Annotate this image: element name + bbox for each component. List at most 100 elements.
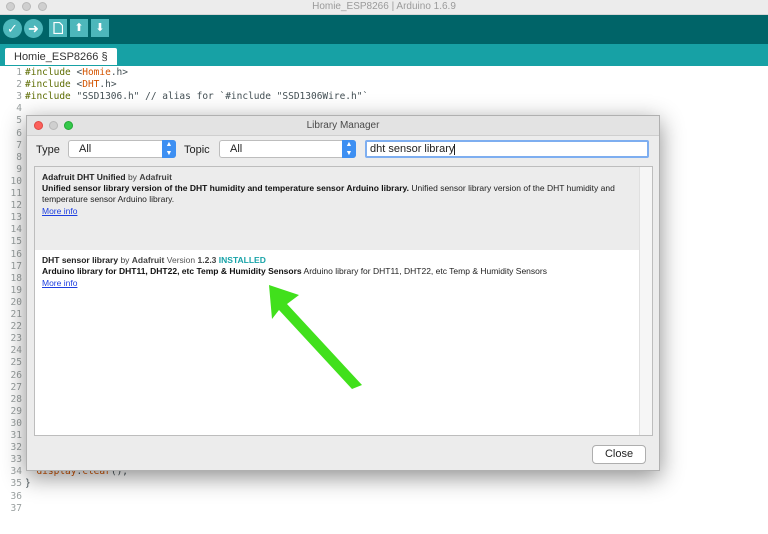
library-details: Arduino library for DHT11, DHT22, etc Te… [303,266,547,276]
line-number: 29 [10,405,22,417]
code-line: 5 [0,115,25,127]
line-number: 18 [10,272,22,284]
library-summary: Unified sensor library version of the DH… [42,183,409,193]
verify-button[interactable]: ✓ [3,19,22,38]
list-scrollbar[interactable] [639,167,652,435]
library-version: 1.2.3 [197,255,217,265]
line-number: 11 [10,188,22,199]
search-input-value: dht sensor library [370,143,455,155]
text-cursor [454,143,456,155]
library-version-label: Version [166,255,196,265]
code-line: 14 [0,224,25,236]
line-number: 24 [10,345,22,357]
installed-badge: INSTALLED [218,255,266,265]
line-number: 3 [16,91,22,103]
library-by: by [120,255,130,265]
code-line: 11 [0,188,25,200]
code-class: Homie [82,67,111,78]
library-list: Adafruit DHT Unified by Adafruit Unified… [34,166,653,436]
line-number: 33 [10,454,22,466]
type-select-value: All [79,143,92,155]
line-number: 12 [10,200,22,212]
code-line: 4 [0,103,25,115]
library-search-input[interactable]: dht sensor library [365,140,649,158]
line-number: 34 [10,466,22,478]
code-line: 27 [0,382,25,394]
library-name: Adafruit DHT Unified [42,172,126,182]
code-line: 28 [0,394,25,406]
library-by: by [127,172,137,182]
library-item-dht-sensor-library[interactable]: DHT sensor library by Adafruit Version 1… [35,250,639,434]
tab-strip: Homie_ESP8266 § [0,44,768,65]
library-name: DHT sensor library [42,255,119,265]
line-number: 31 [10,430,22,441]
library-summary: Arduino library for DHT11, DHT22, etc Te… [42,266,302,276]
code-keyword: #include [25,67,71,78]
code-line: 24 [0,345,25,357]
code-line: 15 [0,236,25,248]
line-number: 21 [10,309,22,320]
code-line: 37 [0,503,25,515]
code-text: < [70,79,83,91]
line-number: 5 [16,115,22,127]
save-sketch-button[interactable]: ⬇ [91,19,109,37]
code-text: .h> [110,67,128,78]
more-info-link[interactable]: More info [42,278,77,288]
library-item-adafruit-dht-unified[interactable]: Adafruit DHT Unified by Adafruit Unified… [35,167,639,250]
line-number: 25 [10,357,22,369]
code-keyword: #include [25,91,71,103]
library-header: Adafruit DHT Unified by Adafruit [42,172,172,182]
line-number: 9 [16,163,22,175]
code-line: 16 [0,249,25,261]
code-line: 19 [0,285,25,297]
code-text: < [70,67,83,78]
open-sketch-button[interactable]: ⬆ [70,19,88,37]
topic-select-value: All [230,143,243,155]
code-line: 36 [0,491,25,503]
line-number: 14 [10,224,22,236]
line-number: 1 [16,67,22,78]
dialog-title: Library Manager [306,120,380,131]
new-file-icon [53,21,64,35]
type-label: Type [36,144,60,156]
close-button[interactable]: Close [592,445,646,464]
code-line: 29 [0,406,25,418]
code-line: 9 [0,164,25,176]
library-author: Adafruit [131,255,165,265]
code-line: 35} [0,478,31,490]
upload-button[interactable]: ➜ [24,19,43,38]
more-info-link[interactable]: More info [42,206,77,216]
code-line: 3 #include "SSD1306.h" // alias for `#inc… [0,91,368,103]
window-title: Homie_ESP8266 | Arduino 1.6.9 [312,1,456,12]
chevron-updown-icon: ▲ ▼ [342,140,356,158]
library-description: Arduino library for DHT11, DHT22, etc Te… [42,266,627,277]
topic-label: Topic [184,144,210,156]
line-number: 7 [16,139,22,151]
code-text: .h> [99,79,117,91]
line-number: 17 [10,260,22,272]
line-number: 8 [16,151,22,163]
type-select[interactable]: All ▲ ▼ [68,140,176,158]
code-text: } [25,478,31,490]
code-line: 20 [0,297,25,309]
line-number: 15 [10,236,22,248]
tab-homie-esp8266[interactable]: Homie_ESP8266 § [5,48,117,65]
code-line: 32 [0,442,25,454]
code-line: 23 [0,333,25,345]
topic-select[interactable]: All ▲ ▼ [219,140,356,158]
checkmark-icon: ✓ [7,21,18,36]
code-line: 25 [0,357,25,369]
code-line: 8 [0,152,25,164]
line-number: 28 [10,393,22,405]
code-class: DHT [82,79,100,91]
line-number: 16 [10,248,22,260]
library-description: Unified sensor library version of the DH… [42,183,627,205]
new-sketch-button[interactable] [49,19,67,37]
library-author: Adafruit [139,172,172,182]
open-arrow-up-icon: ⬆ [74,22,84,34]
line-number: 13 [10,212,22,224]
arrow-right-icon: ➜ [28,21,39,36]
line-number: 10 [10,175,22,187]
window-titlebar: Homie_ESP8266 | Arduino 1.6.9 [0,0,768,15]
code-line: 7 [0,140,25,152]
